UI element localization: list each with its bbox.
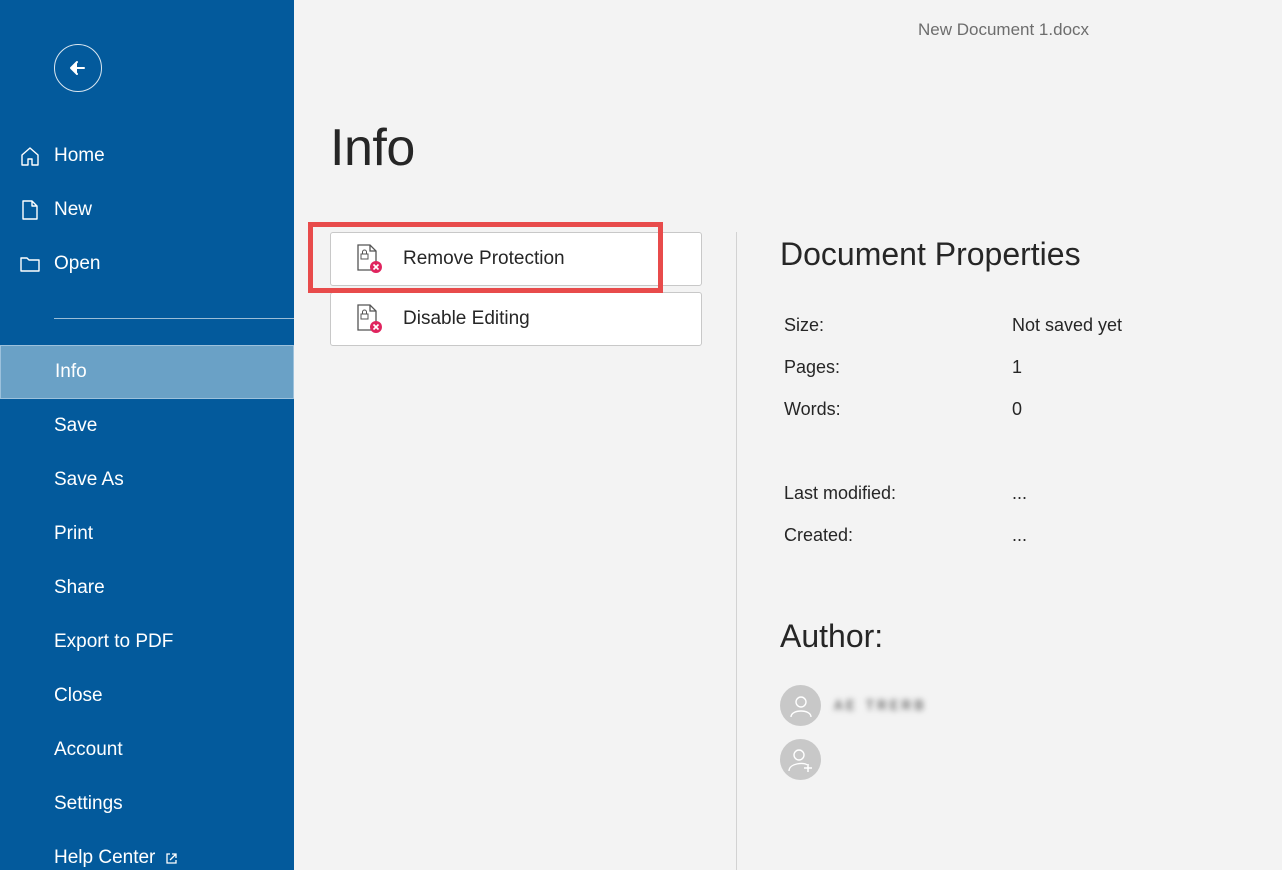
sidebar-item-print[interactable]: Print	[0, 507, 294, 561]
document-filename: New Document 1.docx	[918, 20, 1090, 39]
property-value-pages: 1	[1012, 357, 1023, 377]
property-label-pages: Pages:	[784, 357, 841, 377]
sidebar-item-settings[interactable]: Settings	[0, 777, 294, 831]
sidebar-item-info[interactable]: Info	[0, 345, 294, 399]
arrow-left-icon	[70, 61, 85, 75]
sidebar-item-close[interactable]: Close	[0, 669, 294, 723]
property-label-words: Words:	[784, 399, 841, 419]
property-label-last-modified: Last modified:	[784, 483, 897, 503]
back-button[interactable]	[54, 44, 102, 92]
sidebar-item-label: Print	[54, 523, 94, 544]
property-label-created: Created:	[784, 525, 854, 545]
sidebar-item-label: New	[54, 199, 93, 220]
sidebar-item-new[interactable]: New	[0, 183, 294, 237]
property-value-words: 0	[1012, 399, 1023, 419]
sidebar-item-label: Export to PDF	[54, 631, 174, 652]
page-title: Info	[330, 119, 415, 177]
user-icon	[789, 695, 812, 717]
vertical-separator	[736, 232, 737, 870]
sidebar-item-label: Share	[54, 577, 105, 598]
remove-protection-label: Remove Protection	[403, 248, 565, 269]
property-value-last-modified: ...	[1012, 483, 1028, 503]
property-label-size: Size:	[784, 315, 825, 335]
sidebar-item-label: Save	[54, 415, 98, 436]
add-author-button[interactable]	[780, 739, 821, 780]
sidebar-item-home[interactable]: Home	[0, 129, 294, 183]
new-document-icon	[18, 198, 42, 222]
sidebar-item-label: Home	[54, 145, 105, 166]
sidebar-item-label: Open	[54, 253, 101, 274]
sidebar-main-nav: Info Save Save As Print Share Export to …	[0, 345, 294, 870]
sidebar-item-label: Settings	[54, 793, 123, 814]
author-avatar	[780, 685, 821, 726]
protected-document-icon	[357, 244, 382, 273]
sidebar-item-label: Help Center	[54, 847, 156, 868]
sidebar-top-nav: Home New Open	[0, 129, 294, 291]
external-link-icon	[165, 852, 178, 865]
sidebar-item-export-pdf[interactable]: Export to PDF	[0, 615, 294, 669]
property-value-created: ...	[1012, 525, 1028, 545]
author-title: Author:	[780, 618, 884, 654]
document-properties-title: Document Properties	[780, 236, 1081, 272]
sidebar-item-label: Account	[54, 739, 123, 760]
property-value-size: Not saved yet	[1012, 315, 1123, 335]
sidebar-item-save[interactable]: Save	[0, 399, 294, 453]
disable-editing-label: Disable Editing	[403, 308, 530, 329]
sidebar-item-label: Info	[55, 361, 87, 382]
home-icon	[18, 144, 42, 168]
sidebar-item-open[interactable]: Open	[0, 237, 294, 291]
sidebar-item-account[interactable]: Account	[0, 723, 294, 777]
sidebar-divider	[54, 318, 294, 319]
disable-editing-button[interactable]: Disable Editing	[330, 292, 702, 346]
backstage-sidebar: Home New Open Info Save Save As Print Sh…	[0, 0, 294, 870]
sidebar-item-label: Close	[54, 685, 103, 706]
sidebar-item-label: Save As	[54, 469, 124, 490]
protected-document-icon	[357, 304, 382, 333]
folder-icon	[18, 252, 42, 276]
add-user-icon	[787, 748, 812, 772]
remove-protection-button[interactable]: Remove Protection	[330, 232, 702, 286]
sidebar-item-share[interactable]: Share	[0, 561, 294, 615]
sidebar-item-help-center[interactable]: Help Center	[0, 831, 294, 870]
sidebar-item-save-as[interactable]: Save As	[0, 453, 294, 507]
author-name: ᴀᴇ ᴛʀᴇʀʙ	[834, 694, 927, 714]
